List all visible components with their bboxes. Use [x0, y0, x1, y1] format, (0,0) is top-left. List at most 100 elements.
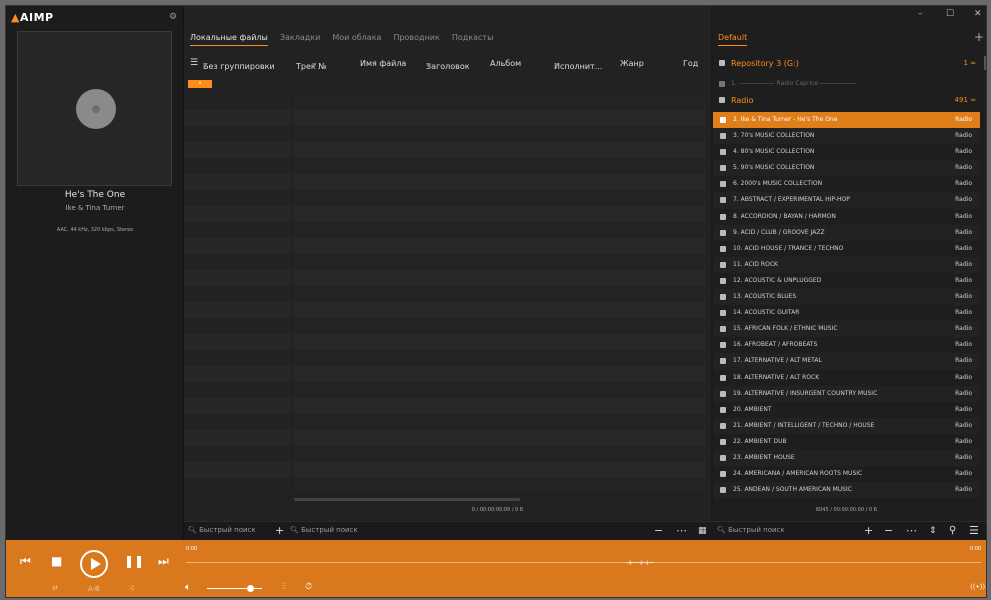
item-checkbox[interactable] [720, 149, 726, 156]
playlist-item[interactable]: 11. ACID ROCK Radio [713, 256, 980, 273]
item-checkbox[interactable] [720, 133, 726, 140]
item-checkbox[interactable] [720, 181, 726, 188]
playlist-item[interactable]: 6. 2000's MUSIC COLLECTION Radio [713, 176, 980, 192]
item-checkbox[interactable] [720, 374, 726, 381]
col-year[interactable]: Год [683, 59, 698, 68]
playlist-item[interactable]: 22. AMBIENT DUB Radio [713, 434, 980, 450]
playlist-tab-default[interactable]: Default [718, 33, 748, 46]
group-checkbox[interactable] [719, 97, 725, 103]
shuffle-icon[interactable]: ⇄ [52, 584, 58, 592]
group-header[interactable]: Radio 491 ≈ [713, 93, 980, 109]
tab-podcasts[interactable]: Подкасты [452, 33, 494, 46]
item-checkbox[interactable] [720, 117, 726, 123]
maximize-icon[interactable]: ☐ [946, 9, 954, 19]
item-checkbox[interactable] [720, 326, 726, 333]
playlist-item[interactable]: 14. ACOUSTIC GUITAR Radio [713, 305, 980, 321]
playlist-item[interactable]: 7. ABSTRACT / EXPERIMENTAL HIP-HOP Radio [713, 192, 980, 209]
playlist-item[interactable]: 17. ALTERNATIVE / ALT METAL Radio [713, 353, 980, 370]
previous-icon[interactable]: ⏮︎ [20, 554, 31, 569]
playlist-item[interactable]: 16. AFROBEAT / AFROBEATS Radio [713, 337, 980, 353]
minus-icon[interactable]: − [654, 524, 663, 537]
play-button[interactable] [80, 550, 108, 578]
playlist-item[interactable]: 5. 90's MUSIC COLLECTION Radio [713, 160, 980, 177]
library-search-input[interactable]: 🔍︎ Быстрый поиск [188, 526, 256, 534]
sort-icon[interactable]: ⇕ [929, 526, 937, 536]
more-icon[interactable]: ⋯ [676, 524, 687, 537]
gear-icon[interactable]: ⚙ [169, 12, 177, 22]
menu-icon[interactable]: ☰ [190, 58, 198, 68]
item-checkbox[interactable] [720, 358, 726, 365]
item-checkbox[interactable] [719, 81, 725, 87]
time-remaining[interactable]: 0:00 [970, 546, 981, 552]
library-search-input-2[interactable]: 🔍︎ Быстрый поиск [290, 526, 358, 534]
broadcast-icon[interactable]: ((•)) [970, 583, 985, 591]
tab-bookmarks[interactable]: Закладки [280, 33, 320, 46]
playlist-item[interactable]: 1. ―――――― Radio Caprice ―――――― [713, 76, 980, 92]
col-file-name[interactable]: Имя файла [360, 59, 406, 68]
group-list[interactable] [184, 94, 291, 492]
playlist-item[interactable]: 15. AFRICAN FOLK / ETHNIC MUSIC Radio [713, 321, 980, 338]
stop-icon[interactable]: ■ [51, 554, 62, 568]
playlist-item[interactable]: 23. AMBIENT HOUSE Radio [713, 449, 980, 467]
pause-icon[interactable]: ❚❚ [124, 554, 144, 568]
tab-my-clouds[interactable]: Мои облака [332, 33, 381, 46]
group-header[interactable]: Repository 3 (G:) 1 ≈ [713, 56, 980, 72]
minimize-icon[interactable]: – [918, 9, 923, 19]
tab-explorer[interactable]: Проводник [393, 33, 439, 46]
seek-bar[interactable] [186, 562, 981, 563]
playlist-item[interactable]: 13. ACOUSTIC BLUES Radio [713, 289, 980, 306]
item-checkbox[interactable] [720, 454, 726, 461]
item-checkbox[interactable] [720, 342, 726, 349]
playlist-more-icon[interactable]: ⋯ [906, 524, 917, 537]
repeat-icon[interactable]: ⤨ [128, 584, 134, 593]
col-album[interactable]: Альбом [490, 59, 521, 68]
playlist-item[interactable]: 25. ANDEAN / SOUTH AMERICAN MUSIC Radio [713, 482, 980, 499]
horizontal-scrollbar[interactable] [294, 498, 520, 501]
playlist-item[interactable]: 20. AMBIENT Radio [713, 402, 980, 418]
playlist-item[interactable]: 19. ALTERNATIVE / INSURGENT COUNTRY MUSI… [713, 385, 980, 402]
playlist-item[interactable]: 18. ALTERNATIVE / ALT ROCK Radio [713, 370, 980, 386]
add-icon[interactable]: + [275, 524, 284, 537]
grid-icon[interactable]: ▦ [698, 526, 707, 536]
item-checkbox[interactable] [720, 390, 726, 397]
menu-icon[interactable]: ☰ [969, 524, 979, 537]
playlist-item[interactable]: 4. 80's MUSIC COLLECTION Radio [713, 144, 980, 160]
playlist-item[interactable]: 8. ACCORDION / BAYAN / HARMON Radio [713, 209, 980, 225]
item-checkbox[interactable] [720, 165, 726, 172]
item-checkbox[interactable] [720, 213, 726, 220]
item-checkbox[interactable] [720, 245, 726, 252]
playlist-item[interactable]: 3. 70's MUSIC COLLECTION Radio [713, 128, 980, 145]
col-genre[interactable]: Жанр [620, 59, 644, 68]
item-checkbox[interactable] [720, 487, 726, 494]
item-checkbox[interactable] [720, 294, 726, 301]
item-checkbox[interactable] [720, 422, 726, 429]
item-checkbox[interactable] [720, 277, 726, 284]
volume-icon[interactable]: 🔈︎ [185, 582, 191, 593]
playlist-item[interactable]: 10. ACID HOUSE / TRANCE / TECHNO Radio [713, 241, 980, 257]
equalizer-icon[interactable]: ⫶⫶ [282, 582, 287, 592]
playlist-item[interactable]: 12. ACOUSTIC & UNPLUGGED Radio [713, 273, 980, 289]
playlist-item[interactable]: 9. ACID / CLUB / GROOVE JAZZ Radio [713, 224, 980, 241]
playlist-search-input[interactable]: 🔍︎ Быстрый поиск [717, 526, 785, 534]
item-checkbox[interactable] [720, 197, 726, 204]
group-checkbox[interactable] [719, 60, 725, 66]
add-file-icon[interactable]: + [864, 524, 873, 537]
item-checkbox[interactable] [720, 310, 726, 317]
item-checkbox[interactable] [720, 229, 726, 236]
tab-local-files[interactable]: Локальные файлы [190, 33, 268, 46]
playlist-item[interactable]: 21. AMBIENT / INTELLIGENT / TECHNO / HOU… [713, 417, 980, 434]
item-checkbox[interactable] [720, 406, 726, 413]
playlist-item[interactable]: 24. AMERICANA / AMERICAN ROOTS MUSIC Radi… [713, 466, 980, 482]
next-icon[interactable]: ⏭︎ [158, 554, 169, 569]
item-checkbox[interactable] [720, 471, 726, 478]
volume-handle[interactable] [246, 585, 254, 592]
add-playlist-icon[interactable]: + [974, 30, 984, 44]
playlist-item[interactable]: 2. Ike & Tina Turner - He's The One Radio [713, 112, 980, 129]
track-list[interactable] [294, 94, 706, 492]
item-checkbox[interactable] [720, 261, 726, 268]
vertical-scrollbar[interactable] [984, 56, 986, 70]
item-checkbox[interactable] [720, 438, 726, 445]
search-icon[interactable]: ⚲ [949, 525, 956, 536]
group-badge[interactable]: • [188, 80, 212, 88]
remove-icon[interactable]: − [884, 524, 893, 537]
